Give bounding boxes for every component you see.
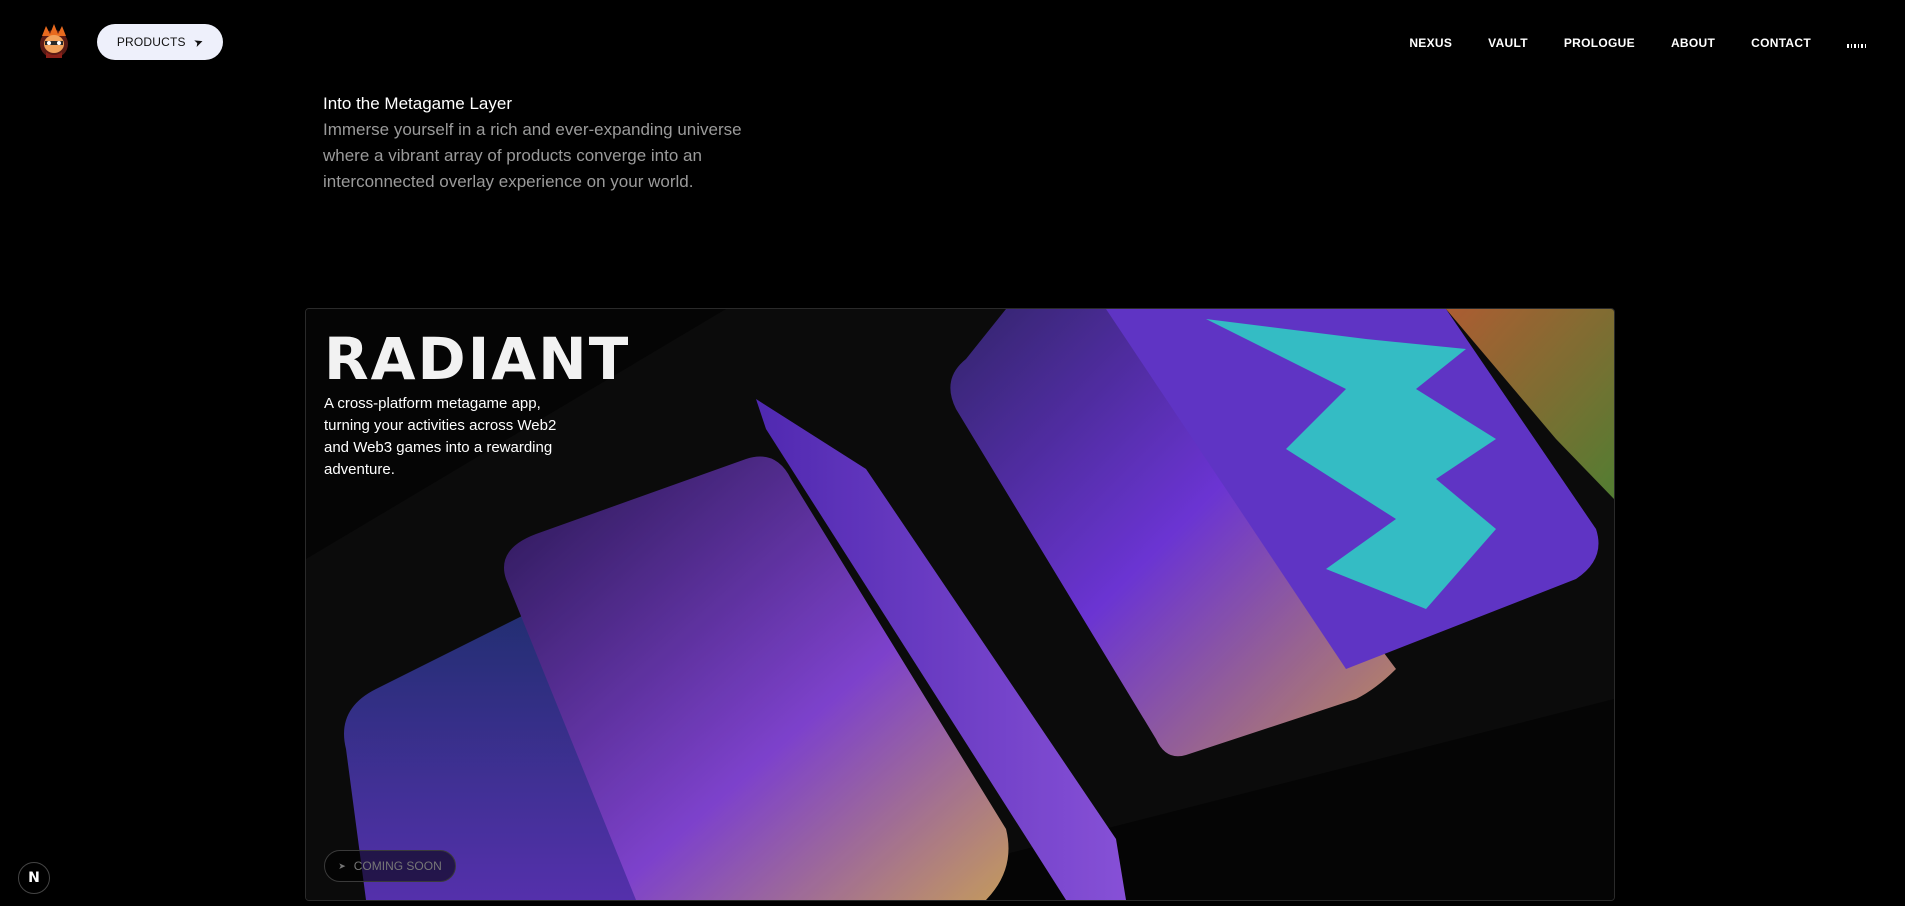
intro-title: Into the Metagame Layer — [323, 94, 513, 113]
card-title: RADIANT — [324, 325, 631, 393]
audio-bars-icon[interactable] — [1847, 38, 1869, 48]
card-description: A cross-platform metagame app, turning y… — [324, 395, 557, 478]
coming-soon-label: COMING SOON — [353, 859, 442, 873]
products-label: PRODUCTS — [116, 35, 186, 49]
products-button[interactable]: PRODUCTS ➤ — [97, 24, 223, 60]
n-badge-label: N — [28, 870, 40, 886]
nav-prologue[interactable]: PROLOGUE — [1564, 36, 1635, 50]
nav-about[interactable]: ABOUT — [1671, 36, 1715, 50]
arrow-icon: ➤ — [338, 860, 346, 871]
nav-nexus[interactable]: NEXUS — [1409, 36, 1452, 50]
mascot-icon — [40, 24, 68, 58]
n-badge-button[interactable]: N — [18, 862, 50, 894]
intro-section: Into the Metagame Layer Immerse yourself… — [323, 93, 743, 195]
intro-text: Immerse yourself in a rich and ever-expa… — [323, 120, 742, 191]
radiant-card: RADIANT A cross-platform metagame app, t… — [305, 308, 1615, 901]
send-arrow-icon: ➤ — [192, 35, 206, 50]
nav-contact[interactable]: CONTACT — [1751, 36, 1811, 50]
nav-vault[interactable]: VAULT — [1488, 36, 1528, 50]
top-nav: NEXUS VAULT PROLOGUE ABOUT CONTACT — [1409, 36, 1869, 50]
brand-logo[interactable] — [36, 22, 72, 62]
coming-soon-button[interactable]: ➤ COMING SOON — [324, 850, 456, 882]
